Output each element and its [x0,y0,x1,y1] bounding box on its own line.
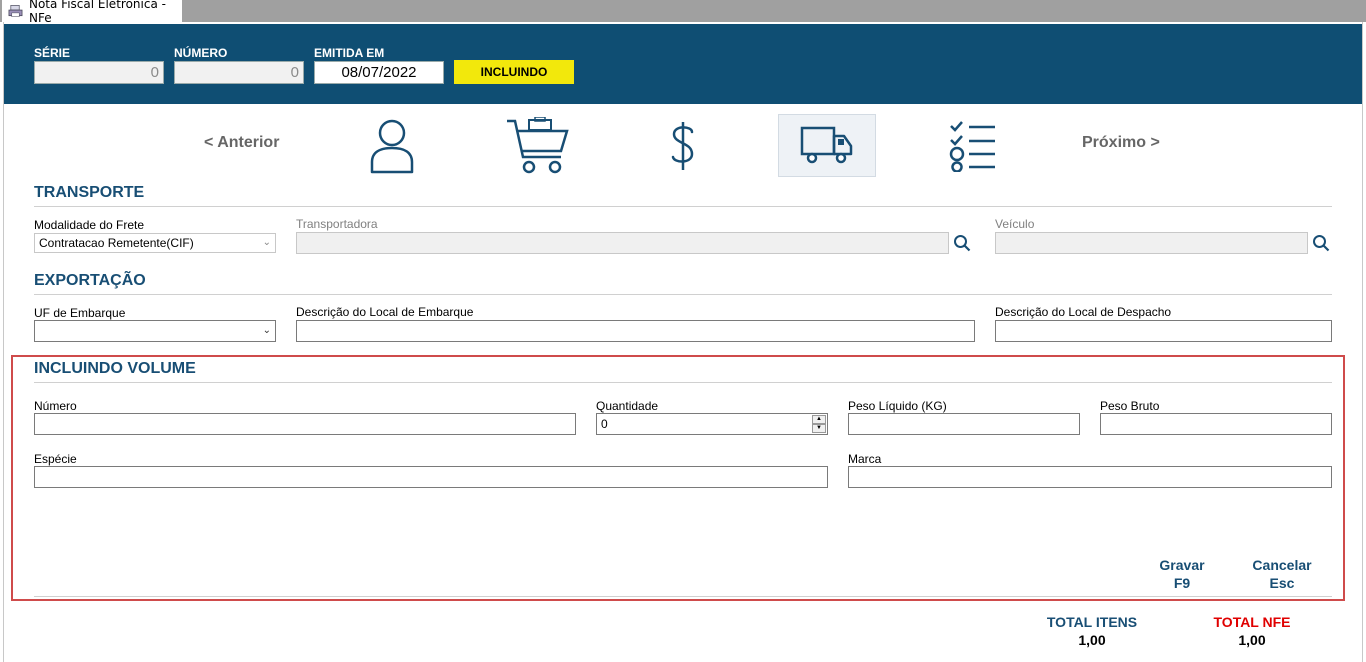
local-despacho-label: Descrição do Local de Despacho [995,305,1172,319]
uf-embarque-label: UF de Embarque [34,306,126,320]
printer-icon [8,5,23,17]
total-nfe-label: TOTAL NFE [1213,614,1291,630]
total-nfe-value: 1,00 [1238,632,1266,648]
chevron-down-icon: ⌄ [262,325,271,336]
serie-label: SÉRIE [34,46,71,60]
volume-numero-label: Número [34,399,77,413]
previous-button[interactable]: < Anterior [204,134,279,152]
modalidade-label: Modalidade do Frete [34,218,145,232]
peso-liquido-label: Peso Líquido (KG) [848,399,947,413]
person-icon [370,119,414,173]
cancelar-shortcut: Esc [1269,575,1295,591]
uf-embarque-select[interactable]: ⌄ [34,320,276,342]
quantidade-label: Quantidade [596,399,659,413]
chevron-down-icon: ⌄ [262,237,271,248]
volume-numero-field[interactable] [34,413,576,435]
modalidade-value: Contratacao Remetente(CIF) [39,236,194,250]
veiculo-search-button[interactable] [1309,231,1333,255]
window-tab[interactable]: Nota Fiscal Eletrônica - NFe [2,0,182,25]
search-icon [954,235,971,252]
emitida-field[interactable]: 08/07/2022 [314,61,444,84]
step-produtos[interactable] [489,114,587,177]
cancelar-button[interactable]: Cancelar Esc [1240,556,1324,592]
volume-title: INCLUINDO VOLUME [34,360,196,377]
volume-divider [34,382,1332,383]
marca-field[interactable] [848,466,1332,488]
local-embarque-field[interactable] [296,320,975,342]
gravar-button[interactable]: Gravar F9 [1142,556,1222,592]
local-embarque-label: Descrição do Local de Embarque [296,305,474,319]
peso-bruto-field[interactable] [1100,413,1332,435]
veiculo-field[interactable] [995,232,1308,254]
transporte-title: TRANSPORTE [34,184,145,201]
quantidade-spinner: ▲ ▼ [812,415,826,433]
search-icon [1313,235,1330,252]
peso-bruto-label: Peso Bruto [1100,399,1160,413]
spin-up-icon[interactable]: ▲ [812,415,826,424]
checklist-icon [949,120,995,172]
total-itens-value: 1,00 [1078,632,1106,648]
window-tab-bar: Nota Fiscal Eletrônica - NFe [0,0,1366,25]
step-destinatario[interactable] [343,114,441,177]
step-pagamento[interactable] [634,114,732,177]
next-button[interactable]: Próximo > [1082,134,1160,152]
especie-field[interactable] [34,466,828,488]
modalidade-select[interactable]: Contratacao Remetente(CIF) ⌄ [34,233,276,253]
local-despacho-field[interactable] [995,320,1332,342]
step-transporte[interactable] [778,114,876,177]
cart-icon [507,116,569,173]
marca-label: Marca [848,452,882,466]
transportadora-field[interactable] [296,232,949,254]
status-badge: INCLUINDO [454,60,574,84]
volume-bottom-divider [34,596,1332,597]
veiculo-label: Veículo [995,217,1035,231]
cancelar-label: Cancelar [1252,557,1312,573]
gravar-shortcut: F9 [1173,575,1191,591]
gravar-label: Gravar [1159,557,1205,573]
emitida-label: EMITIDA EM [314,46,385,60]
transporte-divider [34,206,1332,207]
transportadora-label: Transportadora [296,217,378,231]
dollar-icon [671,121,694,170]
exportacao-title: EXPORTAÇÃO [34,272,146,289]
peso-liquido-field[interactable] [848,413,1080,435]
numero-label: NÚMERO [174,46,228,60]
spin-down-icon[interactable]: ▼ [812,424,826,433]
numero-field[interactable]: 0 [174,61,304,84]
serie-field[interactable]: 0 [34,61,164,84]
exportacao-divider [34,294,1332,295]
nfe-header: SÉRIE 0 NÚMERO 0 EMITIDA EM 08/07/2022 I… [4,24,1362,104]
quantidade-stepper[interactable]: 0 ▲ ▼ [596,413,828,435]
total-itens: TOTAL ITENS 1,00 [1032,613,1152,649]
truck-icon [800,126,853,163]
quantidade-value: 0 [601,417,608,431]
transportadora-search-button[interactable] [950,231,974,255]
total-itens-label: TOTAL ITENS [1046,614,1138,630]
step-resumo[interactable] [924,114,1022,177]
total-nfe: TOTAL NFE 1,00 [1192,613,1312,649]
especie-label: Espécie [34,452,77,466]
